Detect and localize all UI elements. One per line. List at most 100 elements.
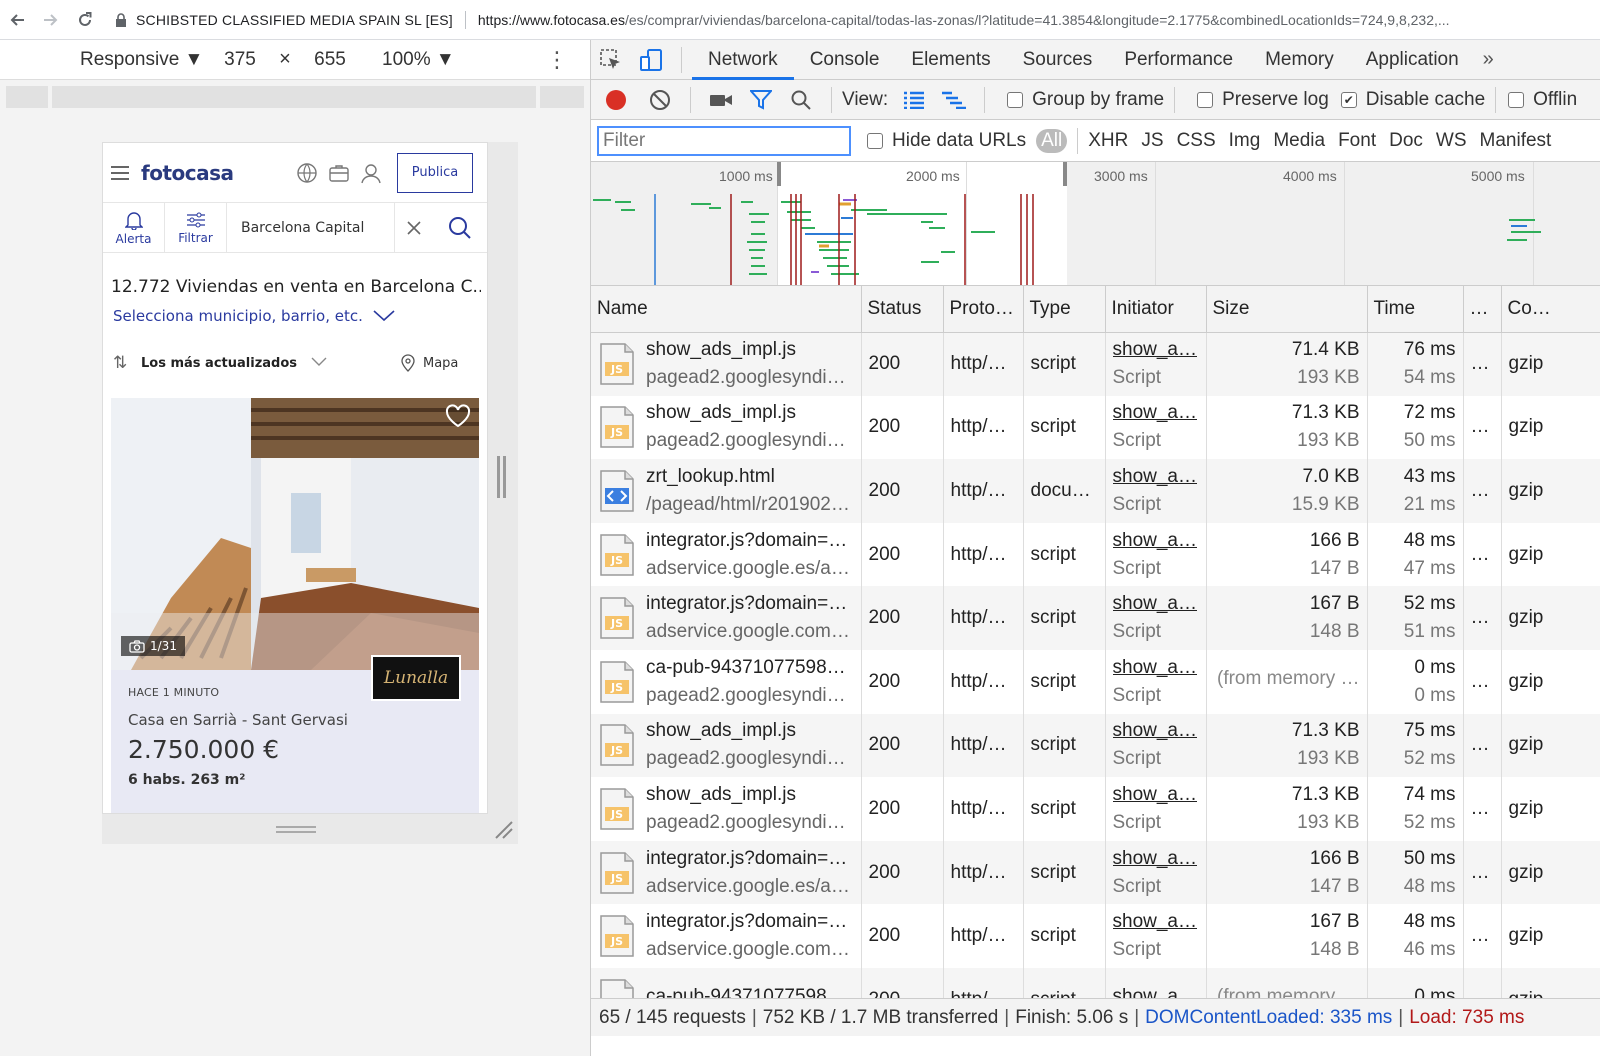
zoom-select[interactable]: 100% ▼	[382, 49, 462, 71]
cell-name[interactable]: JS ca-pub-94371077598…	[591, 967, 862, 998]
device-mode-select[interactable]: Responsive ▼	[80, 49, 210, 71]
tab-network[interactable]: Network	[692, 40, 794, 80]
forward-button[interactable]	[34, 0, 68, 40]
height-resize-handle[interactable]	[276, 826, 316, 834]
table-row[interactable]: JS ca-pub-94371077598… pagead2.googlesyndi…	[591, 649, 1600, 714]
type-filter-font[interactable]: Font	[1338, 130, 1376, 152]
sort-chevron-icon[interactable]	[311, 356, 401, 371]
initiator-link[interactable]: show_a…	[1113, 657, 1199, 679]
corner-resize-icon[interactable]	[492, 818, 514, 840]
reload-button[interactable]	[68, 0, 102, 40]
timeline-selection[interactable]	[777, 162, 1067, 285]
initiator-link[interactable]: show_a…	[1113, 530, 1199, 552]
device-height-input[interactable]: 655	[300, 49, 360, 71]
device-toggle-button[interactable]	[631, 40, 671, 80]
table-row[interactable]: JS show_ads_impl.js pagead2.googlesyndi… 20…	[591, 395, 1600, 460]
width-resize-handle[interactable]	[497, 456, 507, 500]
type-filter-xhr[interactable]: XHR	[1088, 130, 1128, 152]
type-filter-img[interactable]: Img	[1229, 130, 1261, 152]
cell-name[interactable]: JS show_ads_impl.js pagead2.googlesyndi…	[591, 395, 862, 460]
selection-left-handle[interactable]	[777, 162, 781, 186]
tab-console[interactable]: Console	[794, 40, 896, 80]
column-waterfall[interactable]: …	[1463, 286, 1502, 333]
cell-name[interactable]: zrt_lookup.html/pagead/html/r201902…	[591, 459, 862, 523]
alert-button[interactable]: Alerta	[103, 203, 165, 252]
disable-cache-checkbox[interactable]: Disable cache	[1340, 89, 1485, 111]
user-icon[interactable]	[355, 157, 387, 189]
tab-performance[interactable]: Performance	[1108, 40, 1249, 80]
initiator-link[interactable]: show_a…	[1113, 402, 1199, 424]
cell-name[interactable]: JS show_ads_impl.js pagead2.googlesyndi…	[591, 332, 862, 396]
map-button[interactable]: Mapa	[401, 354, 458, 372]
briefcase-icon[interactable]	[323, 157, 355, 189]
type-filter-js[interactable]: JS	[1141, 130, 1163, 152]
column-size[interactable]: Size	[1206, 286, 1368, 333]
filter-button[interactable]: Filtrar	[165, 203, 227, 252]
device-width-input[interactable]: 375	[210, 49, 270, 71]
capture-screenshots-icon[interactable]	[701, 92, 741, 108]
initiator-link[interactable]: show_a…	[1113, 466, 1199, 488]
offline-checkbox[interactable]: Offlin	[1508, 89, 1577, 111]
tab-sources[interactable]: Sources	[1007, 40, 1109, 80]
type-filter-media[interactable]: Media	[1273, 130, 1325, 152]
initiator-link[interactable]: show_a…	[1113, 911, 1199, 933]
type-filter-css[interactable]: CSS	[1177, 130, 1216, 152]
filter-funnel-icon[interactable]	[741, 89, 781, 110]
type-filter-manifest[interactable]: Manifest	[1480, 130, 1552, 152]
initiator-link[interactable]: show_a…	[1113, 720, 1199, 742]
type-filter-all[interactable]: All	[1036, 128, 1068, 153]
url-field[interactable]: SCHIBSTED CLASSIFIED MEDIA SPAIN SL [ES]…	[114, 10, 1584, 29]
table-row[interactable]: JS integrator.js?domain=… adservice.google…	[591, 904, 1600, 968]
initiator-link[interactable]: show_a…	[1113, 593, 1199, 615]
column-time[interactable]: Time	[1367, 286, 1464, 333]
table-row[interactable]: JS integrator.js?domain=… adservice.google…	[591, 840, 1600, 905]
clear-location-icon[interactable]	[395, 203, 433, 252]
table-row[interactable]: JS show_ads_impl.js pagead2.googlesyndi… 20…	[591, 777, 1600, 841]
waterfall-view-icon[interactable]	[934, 91, 974, 109]
column-status[interactable]: Status	[861, 286, 944, 333]
table-row[interactable]: JS show_ads_impl.js pagead2.googlesyndi… 20…	[591, 332, 1600, 396]
tab-application[interactable]: Application	[1350, 40, 1475, 80]
table-row[interactable]: JS ca-pub-94371077598… 200http/…script show…	[591, 967, 1600, 998]
initiator-link[interactable]: show_a…	[1113, 986, 1199, 998]
listing-card[interactable]: 1/31 Lunalla HACE 1 MINUTO Casa en Sarri…	[111, 398, 479, 813]
cell-name[interactable]: JS show_ads_impl.js pagead2.googlesyndi…	[591, 777, 862, 841]
cell-name[interactable]: JS show_ads_impl.js pagead2.googlesyndi…	[591, 713, 862, 778]
record-button[interactable]	[606, 89, 626, 110]
column-content-encoding[interactable]: Co…	[1501, 286, 1600, 333]
cell-name[interactable]: JS ca-pub-94371077598… pagead2.googlesyndi…	[591, 649, 862, 714]
globe-icon[interactable]	[291, 157, 323, 189]
large-rows-icon[interactable]	[894, 91, 934, 109]
hide-data-urls-checkbox[interactable]: Hide data URLs	[867, 130, 1026, 152]
network-overview-timeline[interactable]: 1000 ms 2000 ms 3000 ms 4000 ms 5000 ms	[591, 162, 1600, 286]
location-input[interactable]: Barcelona Capital	[227, 203, 395, 252]
type-filter-ws[interactable]: WS	[1436, 130, 1467, 152]
select-municipality-link[interactable]: Selecciona municipio, barrio, etc.	[113, 307, 487, 325]
filter-input[interactable]	[597, 125, 851, 156]
search-button[interactable]	[433, 203, 487, 252]
inspect-element-button[interactable]	[591, 40, 631, 80]
initiator-link[interactable]: show_a…	[1113, 784, 1199, 806]
selection-right-handle[interactable]	[1063, 162, 1067, 186]
sort-select[interactable]: Los más actualizados	[141, 356, 311, 371]
column-protocol[interactable]: Proto…	[943, 286, 1024, 333]
tab-elements[interactable]: Elements	[895, 40, 1006, 80]
tab-memory[interactable]: Memory	[1249, 40, 1350, 80]
cell-name[interactable]: JS integrator.js?domain=… adservice.google…	[591, 840, 862, 905]
site-logo[interactable]: fotocasa	[141, 161, 291, 185]
cell-name[interactable]: JS integrator.js?domain=… adservice.google…	[591, 522, 862, 587]
back-button[interactable]	[0, 0, 34, 40]
preserve-log-checkbox[interactable]: Preserve log	[1197, 89, 1329, 111]
ruler-segment[interactable]	[6, 86, 48, 108]
table-row[interactable]: JS show_ads_impl.js pagead2.googlesyndi… 20…	[591, 713, 1600, 778]
media-query-ruler[interactable]	[6, 86, 584, 108]
publish-button[interactable]: Publica	[397, 152, 473, 193]
initiator-link[interactable]: show_a…	[1113, 339, 1199, 361]
table-row[interactable]: zrt_lookup.html/pagead/html/r201902… 200 h…	[591, 459, 1600, 523]
more-tabs-icon[interactable]: »	[1483, 48, 1494, 71]
column-name[interactable]: Name	[591, 286, 862, 333]
table-row[interactable]: JS integrator.js?domain=… adservice.google…	[591, 586, 1600, 650]
device-more-icon[interactable]: ⋮	[546, 47, 568, 73]
agency-logo[interactable]: Lunalla	[371, 655, 461, 701]
clear-log-icon[interactable]	[640, 89, 680, 111]
